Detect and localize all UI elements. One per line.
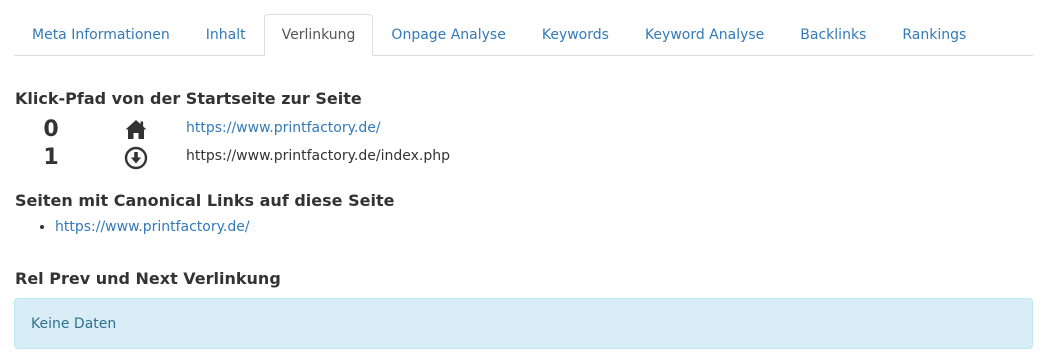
click-path-row: 0 https://www.printfactory.de/ [15,116,715,144]
list-item: https://www.printfactory.de/ [55,219,250,235]
rel-prev-next-heading: Rel Prev und Next Verlinkung [15,269,281,288]
tab-verlinkung[interactable]: Verlinkung [263,14,374,56]
tab-inhalt[interactable]: Inhalt [188,14,264,55]
tab-meta-informationen[interactable]: Meta Informationen [14,14,188,55]
tab-rankings[interactable]: Rankings [884,14,984,55]
click-depth: 1 [43,145,59,170]
canonical-heading: Seiten mit Canonical Links auf diese Sei… [15,191,395,210]
click-path-heading: Klick-Pfad von der Startseite zur Seite [15,89,362,108]
canonical-list: https://www.printfactory.de/ [15,219,250,235]
click-path-row: 1 https://www.printfactory.de/index.php [15,144,715,172]
click-path-url: https://www.printfactory.de/index.php [186,148,450,164]
tab-onpage-analyse[interactable]: Onpage Analyse [373,14,523,55]
tab-backlinks[interactable]: Backlinks [782,14,884,55]
canonical-link[interactable]: https://www.printfactory.de/ [55,219,250,235]
info-alert-message: Keine Daten [31,315,117,332]
click-path-url-link[interactable]: https://www.printfactory.de/ [186,120,381,136]
home-icon [124,118,148,142]
info-alert: Keine Daten [14,298,1033,349]
tab-keyword-analyse[interactable]: Keyword Analyse [627,14,782,55]
tab-bar: Meta Informationen Inhalt Verlinkung Onp… [14,14,1033,56]
click-depth: 0 [43,117,59,142]
circle-arrow-down-icon [124,146,148,170]
tab-keywords[interactable]: Keywords [524,14,627,55]
